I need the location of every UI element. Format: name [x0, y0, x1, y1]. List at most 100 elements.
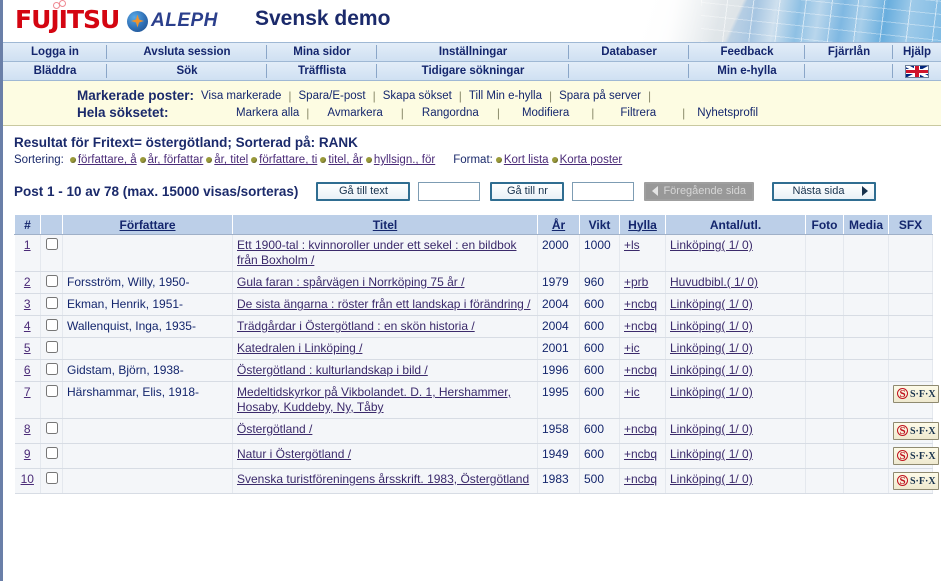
- row-select-checkbox[interactable]: [45, 297, 58, 309]
- row-select-checkbox[interactable]: [45, 422, 58, 434]
- sort-option-titel-ar[interactable]: titel, år: [328, 154, 363, 166]
- holdings-link[interactable]: Linköping( 1/ 0): [670, 422, 753, 436]
- action-spara-epost[interactable]: Spara/E-post: [292, 90, 373, 102]
- row-number-link[interactable]: 10: [21, 472, 34, 486]
- row-number-link[interactable]: 7: [24, 385, 31, 399]
- title-link[interactable]: De sista ängarna : röster från ett lands…: [237, 297, 531, 311]
- col-header-year[interactable]: År: [537, 214, 580, 235]
- sfx-button[interactable]: S·F·X: [893, 422, 939, 440]
- holdings-link[interactable]: Linköping( 1/ 0): [670, 341, 753, 355]
- goto-nr-button[interactable]: Gå till nr: [490, 181, 565, 201]
- nav-item-trafflista[interactable]: Träfflista: [267, 62, 377, 80]
- title-link[interactable]: Östergötland : kulturlandskap i bild /: [237, 363, 428, 377]
- title-link[interactable]: Östergötland /: [237, 422, 312, 436]
- row-number-link[interactable]: 2: [24, 275, 31, 289]
- shelf-link[interactable]: +ncbq: [624, 297, 657, 311]
- row-select-checkbox[interactable]: [45, 341, 58, 353]
- title-link[interactable]: Svenska turistföreningens årsskrift. 198…: [237, 472, 529, 486]
- holdings-link[interactable]: Linköping( 1/ 0): [670, 472, 753, 486]
- shelf-link[interactable]: +ls: [624, 238, 640, 252]
- shelf-link[interactable]: +ncbq: [624, 422, 657, 436]
- sort-option-hyllsign[interactable]: hyllsign., för: [374, 154, 435, 166]
- row-select-checkbox[interactable]: [45, 447, 58, 459]
- title-link[interactable]: Trädgårdar i Östergötland : en skön hist…: [237, 319, 475, 333]
- language-switch-uk[interactable]: [893, 62, 941, 80]
- action-spara-pa-server[interactable]: Spara på server: [552, 90, 648, 102]
- holdings-link[interactable]: Linköping( 1/ 0): [670, 297, 753, 311]
- nav-item-feedback[interactable]: Feedback: [689, 43, 805, 61]
- row-number-link[interactable]: 1: [24, 238, 31, 252]
- holdings-link[interactable]: Linköping( 1/ 0): [670, 447, 753, 461]
- row-select-checkbox[interactable]: [45, 319, 58, 331]
- title-link[interactable]: Katedralen i Linköping /: [237, 341, 362, 355]
- holdings-link[interactable]: Linköping( 1/ 0): [670, 238, 753, 252]
- row-number-link[interactable]: 3: [24, 297, 31, 311]
- nav-item-installningar[interactable]: Inställningar: [377, 43, 569, 61]
- sort-option-forfattare-ar[interactable]: författare, å: [78, 154, 137, 166]
- goto-nr-input[interactable]: [572, 181, 635, 201]
- shelf-link[interactable]: +ncbq: [624, 319, 657, 333]
- title-link[interactable]: Natur i Östergötland /: [237, 447, 351, 461]
- goto-text-button[interactable]: Gå till text: [316, 181, 411, 201]
- title-link[interactable]: Ett 1900-tal : kvinnoroller under ett se…: [237, 238, 517, 267]
- shelf-link[interactable]: +ncbq: [624, 363, 657, 377]
- sfx-button[interactable]: S·F·X: [893, 447, 939, 465]
- title-link[interactable]: Gula faran : spårvägen i Norrköping 75 å…: [237, 275, 464, 289]
- nav-item-blaeddra[interactable]: Bläddra: [3, 62, 107, 80]
- row-number-link[interactable]: 6: [24, 363, 31, 377]
- holdings-link[interactable]: Linköping( 1/ 0): [670, 319, 753, 333]
- row-select-checkbox[interactable]: [45, 238, 58, 250]
- shelf-link[interactable]: +ic: [624, 341, 640, 355]
- action-nyhetsprofil[interactable]: Nyhetsprofil: [685, 107, 770, 119]
- sort-option-ar-forfattare[interactable]: år, författar: [148, 154, 204, 166]
- row-number-link[interactable]: 8: [24, 422, 31, 436]
- row-select-checkbox[interactable]: [45, 275, 58, 287]
- row-select-checkbox[interactable]: [45, 363, 58, 375]
- sort-option-forfattare-titel[interactable]: författare, ti: [259, 154, 317, 166]
- sfx-button[interactable]: S·F·X: [893, 385, 939, 403]
- row-number-link[interactable]: 5: [24, 341, 31, 355]
- action-modifiera[interactable]: Modifiera: [500, 107, 591, 119]
- nav-item-sok[interactable]: Sök: [107, 62, 267, 80]
- shelf-link[interactable]: +ncbq: [624, 472, 657, 486]
- shelf-link[interactable]: +prb: [624, 275, 648, 289]
- action-rangordna[interactable]: Rangordna: [404, 107, 497, 119]
- holdings-link[interactable]: Huvudbibl.( 1/ 0): [670, 275, 758, 289]
- sfx-button[interactable]: S·F·X: [893, 472, 939, 490]
- action-filtrera[interactable]: Filtrera: [594, 107, 682, 119]
- holdings-link[interactable]: Linköping( 1/ 0): [670, 385, 753, 399]
- nav-item-mina-sidor[interactable]: Mina sidor: [267, 43, 377, 61]
- col-header-title[interactable]: Titel: [232, 214, 538, 235]
- action-avmarkera[interactable]: Avmarkera: [309, 107, 400, 119]
- col-header-shelf[interactable]: Hylla: [619, 214, 666, 235]
- format-option-kort-lista[interactable]: Kort lista: [504, 154, 549, 166]
- action-visa-markerade[interactable]: Visa markerade: [194, 90, 288, 102]
- format-option-korta-poster[interactable]: Korta poster: [560, 154, 623, 166]
- nav-item-databaser[interactable]: Databaser: [569, 43, 689, 61]
- cell-sfx: [888, 359, 933, 382]
- shelf-link[interactable]: +ic: [624, 385, 640, 399]
- next-page-button[interactable]: Nästa sida: [772, 181, 876, 201]
- row-number-link[interactable]: 9: [24, 447, 31, 461]
- row-select-checkbox[interactable]: [45, 472, 58, 484]
- title-link[interactable]: Medeltidskyrkor på Vikbolandet. D. 1, He…: [237, 385, 511, 414]
- nav-item-logga-in[interactable]: Logga in: [3, 43, 107, 61]
- shelf-link[interactable]: +ncbq: [624, 447, 657, 461]
- nav-item-tidigare-sokningar[interactable]: Tidigare sökningar: [377, 62, 569, 80]
- action-skapa-sokset[interactable]: Skapa sökset: [376, 90, 459, 102]
- sort-option-ar-titel[interactable]: år, titel: [214, 154, 248, 166]
- col-header-author[interactable]: Författare: [62, 214, 233, 235]
- holdings-link[interactable]: Linköping( 1/ 0): [670, 363, 753, 377]
- row-number-link[interactable]: 4: [24, 319, 31, 333]
- action-markera-alla[interactable]: Markera alla: [229, 107, 306, 119]
- year-text: 2004: [542, 297, 569, 311]
- cell-title: Medeltidskyrkor på Vikbolandet. D. 1, He…: [232, 381, 538, 419]
- goto-text-input[interactable]: [418, 181, 481, 201]
- nav-item-hjalp[interactable]: Hjälp: [893, 43, 941, 61]
- row-select-checkbox[interactable]: [45, 385, 58, 397]
- divider: |: [647, 88, 652, 103]
- action-till-min-e-hylla[interactable]: Till Min e-hylla: [462, 90, 549, 102]
- nav-item-avsluta-session[interactable]: Avsluta session: [107, 43, 267, 61]
- nav-item-min-e-hylla[interactable]: Min e-hylla: [689, 62, 805, 80]
- nav-item-fjarrlan[interactable]: Fjärrlån: [805, 43, 893, 61]
